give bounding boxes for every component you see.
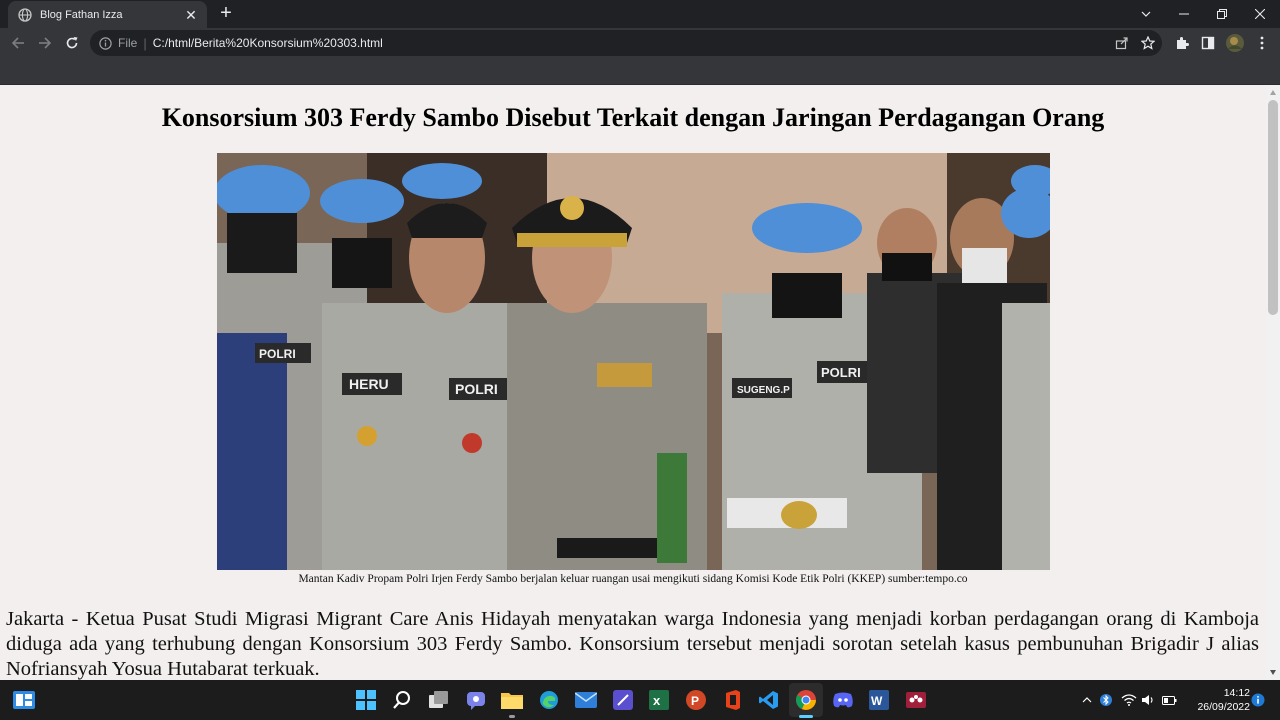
- share-icon[interactable]: [1112, 33, 1132, 53]
- wifi-icon[interactable]: [1120, 692, 1138, 708]
- svg-text:P: P: [691, 694, 699, 708]
- chrome-menu-icon[interactable]: [1252, 33, 1272, 53]
- svg-text:W: W: [871, 694, 883, 708]
- file-explorer-icon[interactable]: [500, 688, 524, 718]
- vscode-icon[interactable]: [757, 688, 781, 712]
- scroll-down-arrow-icon[interactable]: [1269, 668, 1277, 676]
- new-tab-button[interactable]: +: [216, 3, 236, 24]
- info-icon[interactable]: [99, 36, 112, 50]
- edge-browser-icon[interactable]: [537, 688, 561, 712]
- clock-time: 14:12: [1223, 687, 1250, 699]
- tab-search-icon[interactable]: [1127, 0, 1165, 28]
- profile-avatar[interactable]: [1225, 33, 1245, 53]
- patch-polri-1: POLRI: [455, 381, 498, 397]
- minimize-button[interactable]: [1165, 0, 1203, 28]
- vertical-scrollbar[interactable]: [1266, 85, 1280, 680]
- running-indicator: [509, 715, 515, 718]
- patch-polri-2: POLRI: [821, 365, 861, 380]
- chevron-up-icon[interactable]: [1080, 692, 1094, 708]
- close-window-button[interactable]: [1241, 0, 1279, 28]
- tab-title: Blog Fathan Izza: [40, 8, 123, 21]
- battery-icon[interactable]: [1161, 692, 1177, 708]
- extensions-puzzle-icon[interactable]: [1172, 33, 1192, 53]
- name-tag-sugeng: SUGENG.P: [737, 385, 790, 396]
- address-separator: |: [143, 35, 147, 51]
- active-indicator: [799, 715, 813, 718]
- windows-taskbar: x P W 14:12 26/09/2022: [0, 680, 1280, 720]
- svg-text:x: x: [653, 693, 661, 708]
- discord-icon[interactable]: [831, 688, 855, 712]
- forward-arrow-icon[interactable]: [35, 33, 55, 53]
- name-tag-heru: HERU: [349, 376, 389, 392]
- scroll-up-arrow-icon[interactable]: [1269, 89, 1277, 97]
- photo-caption: Mantan Kadiv Propam Polri Irjen Ferdy Sa…: [298, 573, 968, 585]
- notification-icon[interactable]: [1250, 692, 1266, 708]
- tab-strip: Blog Fathan Izza ✕ +: [0, 0, 1280, 28]
- browser-toolbar: File | C:/html/Berita%20Konsorsium%20303…: [0, 28, 1280, 58]
- pen-app-icon[interactable]: [611, 688, 635, 712]
- patch-polri-3: POLRI: [259, 347, 296, 361]
- search-icon[interactable]: [390, 688, 414, 712]
- mail-icon[interactable]: [574, 688, 598, 712]
- powerpoint-icon[interactable]: P: [684, 688, 708, 712]
- task-view-icon[interactable]: [427, 688, 451, 712]
- speaker-icon[interactable]: [1141, 692, 1157, 708]
- browser-tab[interactable]: Blog Fathan Izza ✕: [8, 1, 207, 28]
- widgets-icon[interactable]: [12, 688, 36, 712]
- url-text[interactable]: C:/html/Berita%20Konsorsium%20303.html: [153, 36, 383, 50]
- reload-icon[interactable]: [62, 33, 82, 53]
- file-scheme-label: File: [118, 36, 138, 50]
- office-icon[interactable]: [721, 688, 745, 712]
- start-windows-icon[interactable]: [354, 688, 378, 712]
- scrollbar-thumb[interactable]: [1268, 100, 1278, 315]
- address-bar[interactable]: File | C:/html/Berita%20Konsorsium%20303…: [90, 30, 1162, 56]
- side-panel-icon[interactable]: [1198, 33, 1218, 53]
- chrome-icon[interactable]: [794, 688, 818, 718]
- system-clock[interactable]: 14:12 26/09/2022: [1180, 686, 1250, 714]
- word-icon[interactable]: W: [867, 688, 891, 712]
- news-photo: HERU POLRI SUGENG.P POLRI POLRI: [217, 153, 1050, 570]
- back-arrow-icon[interactable]: [8, 33, 28, 53]
- mendeley-icon[interactable]: [904, 688, 928, 712]
- teams-chat-icon[interactable]: [464, 688, 488, 712]
- restore-button[interactable]: [1203, 0, 1241, 28]
- bluetooth-icon[interactable]: [1099, 692, 1113, 708]
- close-tab-icon[interactable]: ✕: [183, 7, 199, 23]
- bookmark-star-icon[interactable]: [1138, 33, 1158, 53]
- article-paragraph: Jakarta - Ketua Pusat Studi Migrasi Migr…: [6, 608, 1259, 680]
- bookmarks-bar: [0, 58, 1280, 85]
- page-viewport: Konsorsium 303 Ferdy Sambo Disebut Terka…: [0, 85, 1266, 680]
- excel-icon[interactable]: x: [647, 688, 671, 712]
- clock-date: 26/09/2022: [1197, 701, 1250, 713]
- article-headline: Konsorsium 303 Ferdy Sambo Disebut Terka…: [161, 103, 1105, 132]
- globe-icon: [18, 7, 32, 22]
